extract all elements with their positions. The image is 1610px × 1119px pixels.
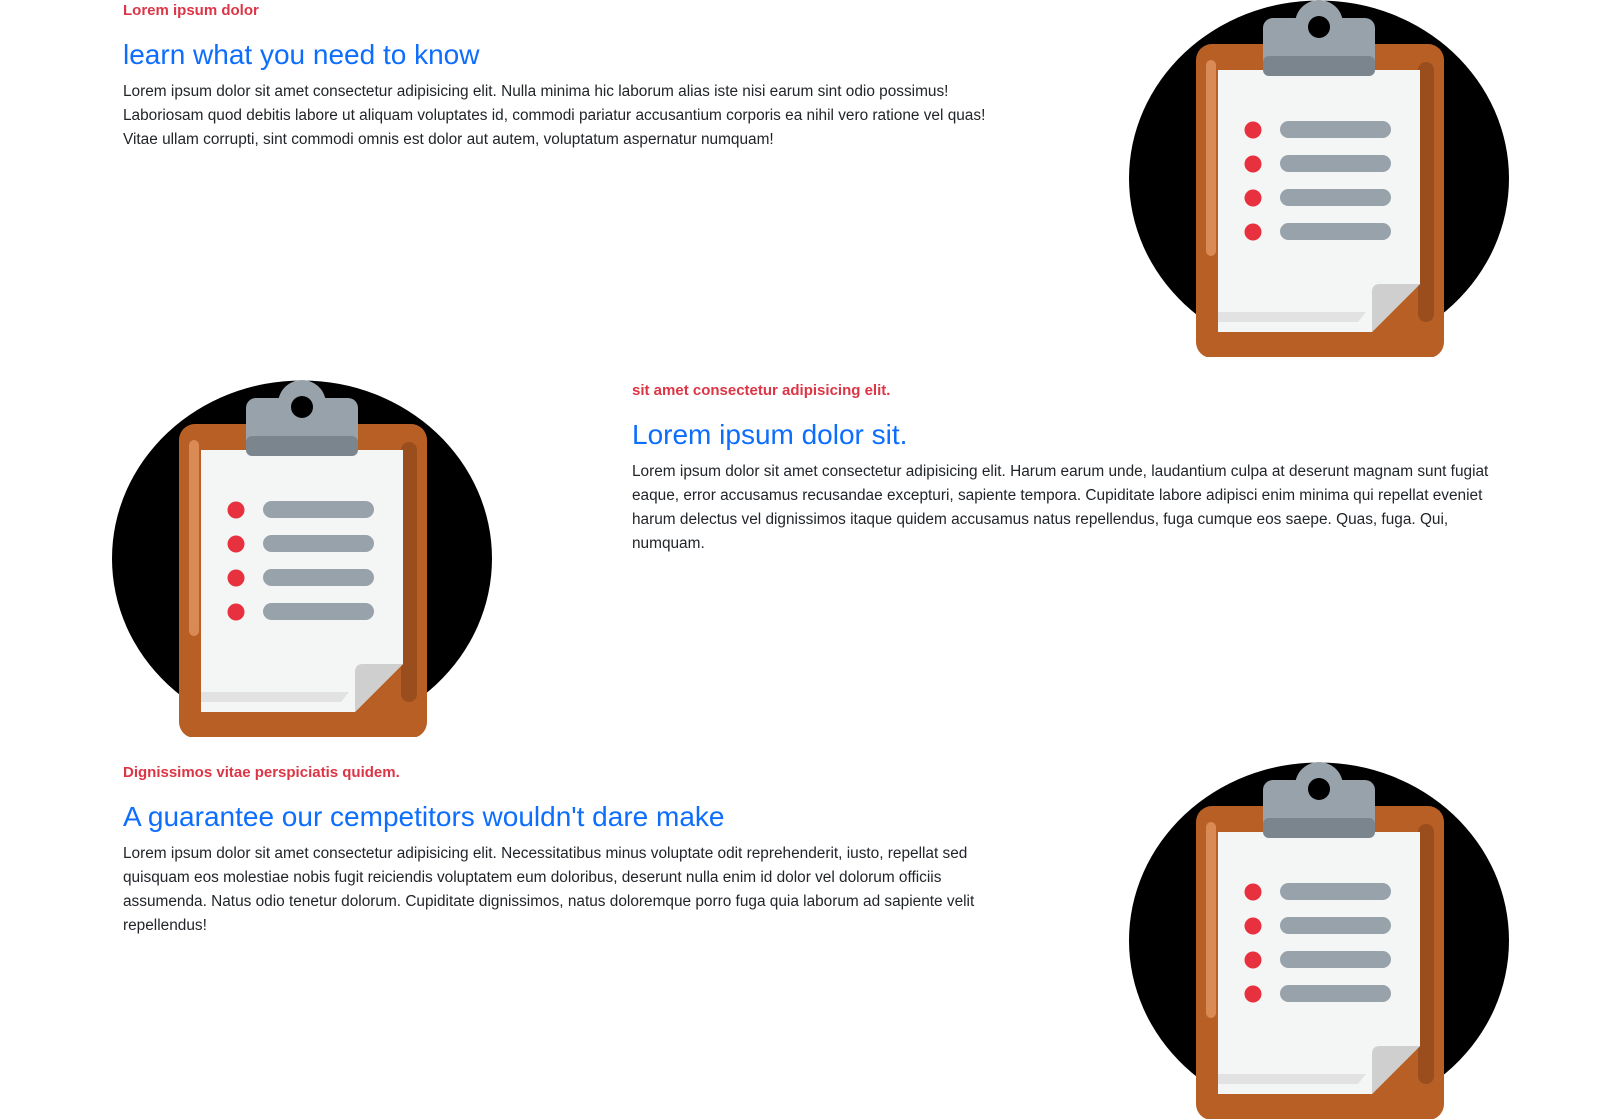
feature-text-3: Dignissimos vitae perspiciatis quidem. A… bbox=[123, 762, 993, 938]
feature-section-3: Dignissimos vitae perspiciatis quidem. A… bbox=[0, 762, 1610, 1119]
feature-eyebrow: sit amet consectetur adipisicing elit. bbox=[632, 382, 891, 399]
feature-text-2: sit amet consectetur adipisicing elit. L… bbox=[632, 380, 1492, 556]
clipboard-checklist-icon bbox=[111, 380, 493, 737]
feature-heading: A guarantee our cempetitors wouldn't dar… bbox=[123, 801, 725, 832]
clipboard-checklist-icon bbox=[1128, 762, 1510, 1119]
feature-section-2: sit amet consectetur adipisicing elit. L… bbox=[0, 380, 1610, 740]
clipboard-checklist-icon bbox=[1129, 762, 1509, 1119]
feature-section-1: Lorem ipsum dolor learn what you need to… bbox=[0, 0, 1610, 360]
feature-body: Lorem ipsum dolor sit amet consectetur a… bbox=[632, 463, 1489, 552]
feature-heading: Lorem ipsum dolor sit. bbox=[632, 419, 908, 450]
feature-text-1: Lorem ipsum dolor learn what you need to… bbox=[123, 0, 993, 152]
feature-eyebrow: Lorem ipsum dolor bbox=[123, 2, 259, 19]
clipboard-checklist-icon bbox=[1129, 0, 1509, 357]
feature-body: Lorem ipsum dolor sit amet consectetur a… bbox=[123, 845, 975, 934]
clipboard-checklist-icon bbox=[1128, 0, 1510, 357]
clipboard-checklist-icon bbox=[112, 380, 492, 737]
feature-body: Lorem ipsum dolor sit amet consectetur a… bbox=[123, 83, 986, 148]
feature-heading: learn what you need to know bbox=[123, 39, 480, 70]
feature-eyebrow: Dignissimos vitae perspiciatis quidem. bbox=[123, 764, 400, 781]
